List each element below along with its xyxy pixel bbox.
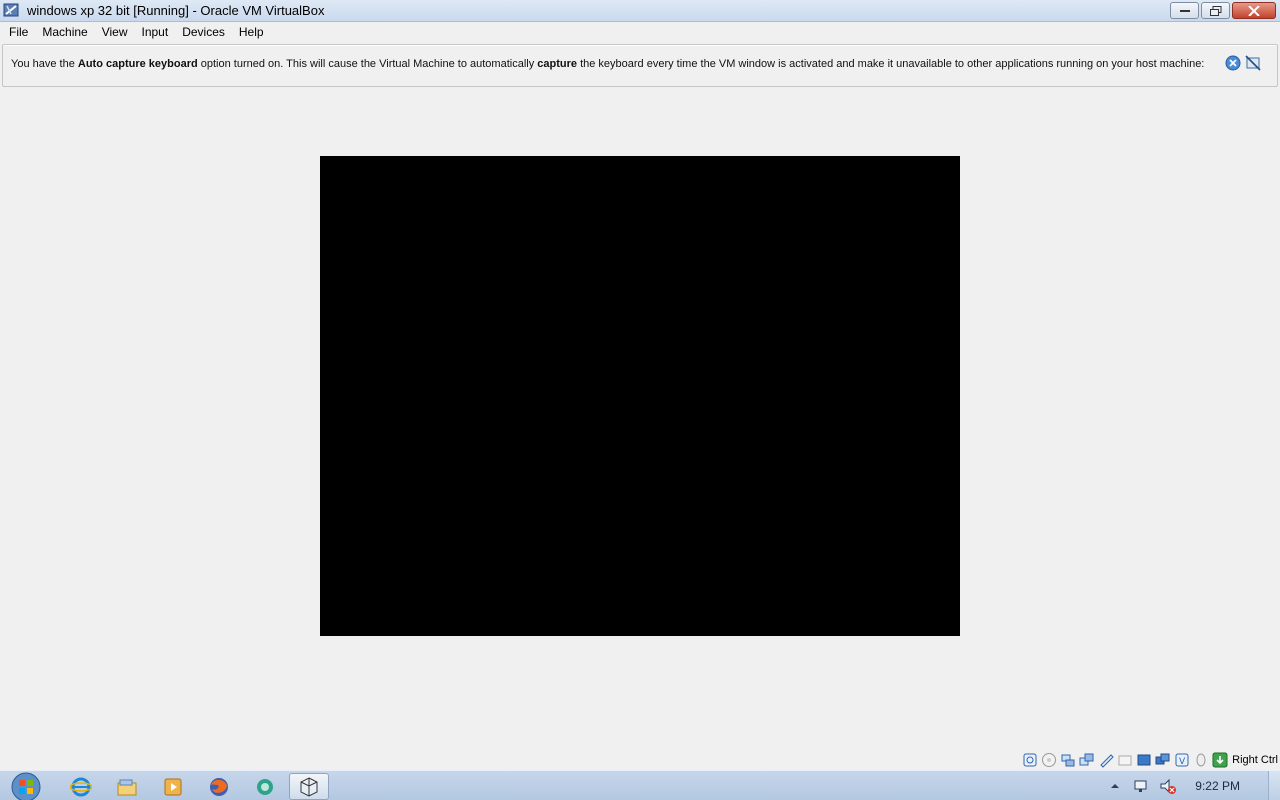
menu-help[interactable]: Help [232, 22, 271, 43]
cpu-virtualization-icon[interactable]: V [1174, 752, 1190, 768]
window-title: windows xp 32 bit [Running] - Oracle VM … [27, 3, 325, 18]
menu-file[interactable]: File [2, 22, 35, 43]
show-hidden-icons-button[interactable] [1107, 778, 1123, 794]
vm-status-bar: V Right Ctrl [0, 750, 1280, 770]
shared-folders-icon[interactable] [1098, 752, 1114, 768]
taskbar-messenger[interactable] [245, 773, 285, 800]
menu-view[interactable]: View [95, 22, 135, 43]
do-not-show-icon [1245, 55, 1261, 71]
system-tray: 9:22 PM [1107, 771, 1280, 800]
menu-machine[interactable]: Machine [35, 22, 94, 43]
svg-text:V: V [1179, 757, 1186, 767]
messenger-icon [257, 778, 273, 795]
clock[interactable]: 9:22 PM [1195, 779, 1240, 793]
usb-icon[interactable] [1060, 752, 1076, 768]
close-button[interactable] [1232, 2, 1276, 19]
menu-input[interactable]: Input [135, 22, 176, 43]
menu-bar: File Machine View Input Devices Help [0, 22, 1280, 43]
vm-display[interactable] [320, 156, 960, 636]
notification-bold-1: Auto capture keyboard [77, 58, 198, 70]
virtualbox-icon [300, 776, 318, 797]
notification-bold-2: capture [537, 58, 578, 70]
notification-text-3: the keyboard every time the VM window is… [577, 58, 1205, 70]
optical-drive-icon[interactable] [1041, 752, 1057, 768]
file-explorer-icon [117, 779, 137, 795]
screen-icon[interactable] [1155, 752, 1171, 768]
network-tray-icon[interactable] [1133, 777, 1151, 795]
chevron-up-icon [1111, 784, 1120, 788]
notification-text-2: option turned on. This will cause the Vi… [197, 58, 538, 70]
close-icon [1248, 5, 1260, 16]
display-icon[interactable] [1117, 752, 1133, 768]
taskbar-virtualbox[interactable] [289, 773, 329, 800]
show-desktop-button[interactable] [1268, 771, 1280, 800]
volume-muted-icon[interactable] [1159, 777, 1177, 795]
windows-start-icon [11, 772, 41, 800]
minimize-button[interactable] [1170, 2, 1199, 19]
taskbar-media-player[interactable] [153, 773, 193, 800]
video-capture-icon[interactable] [1136, 752, 1152, 768]
internet-explorer-icon [70, 777, 92, 796]
taskbar-firefox[interactable] [199, 773, 239, 800]
mouse-integration-icon[interactable] [1193, 752, 1209, 768]
firefox-icon [210, 777, 228, 796]
notification-message: You have the Auto capture keyboard optio… [11, 58, 1204, 70]
host-key-label: Right Ctrl [1232, 754, 1278, 766]
restore-button[interactable] [1201, 2, 1230, 19]
close-notification-button[interactable] [1225, 55, 1241, 71]
start-button[interactable] [8, 772, 44, 800]
virtualbox-app-icon[interactable] [3, 2, 21, 20]
title-bar[interactable]: windows xp 32 bit [Running] - Oracle VM … [0, 0, 1280, 22]
taskbar-file-explorer[interactable] [107, 773, 147, 800]
taskbar-internet-explorer[interactable] [61, 773, 101, 800]
keyboard-capture-icon[interactable] [1212, 752, 1228, 768]
close-circle-icon [1225, 55, 1241, 71]
minimize-icon [1179, 9, 1190, 12]
notification-text-1: You have the [11, 58, 78, 70]
media-player-icon [164, 778, 182, 795]
hard-disk-icon[interactable] [1022, 752, 1038, 768]
dont-show-again-button[interactable] [1245, 55, 1261, 71]
auto-capture-notification: You have the Auto capture keyboard optio… [2, 44, 1278, 87]
taskbar: 9:22 PM [0, 770, 1280, 800]
network-icon[interactable] [1079, 752, 1095, 768]
menu-devices[interactable]: Devices [175, 22, 232, 43]
restore-icon [1209, 5, 1221, 16]
